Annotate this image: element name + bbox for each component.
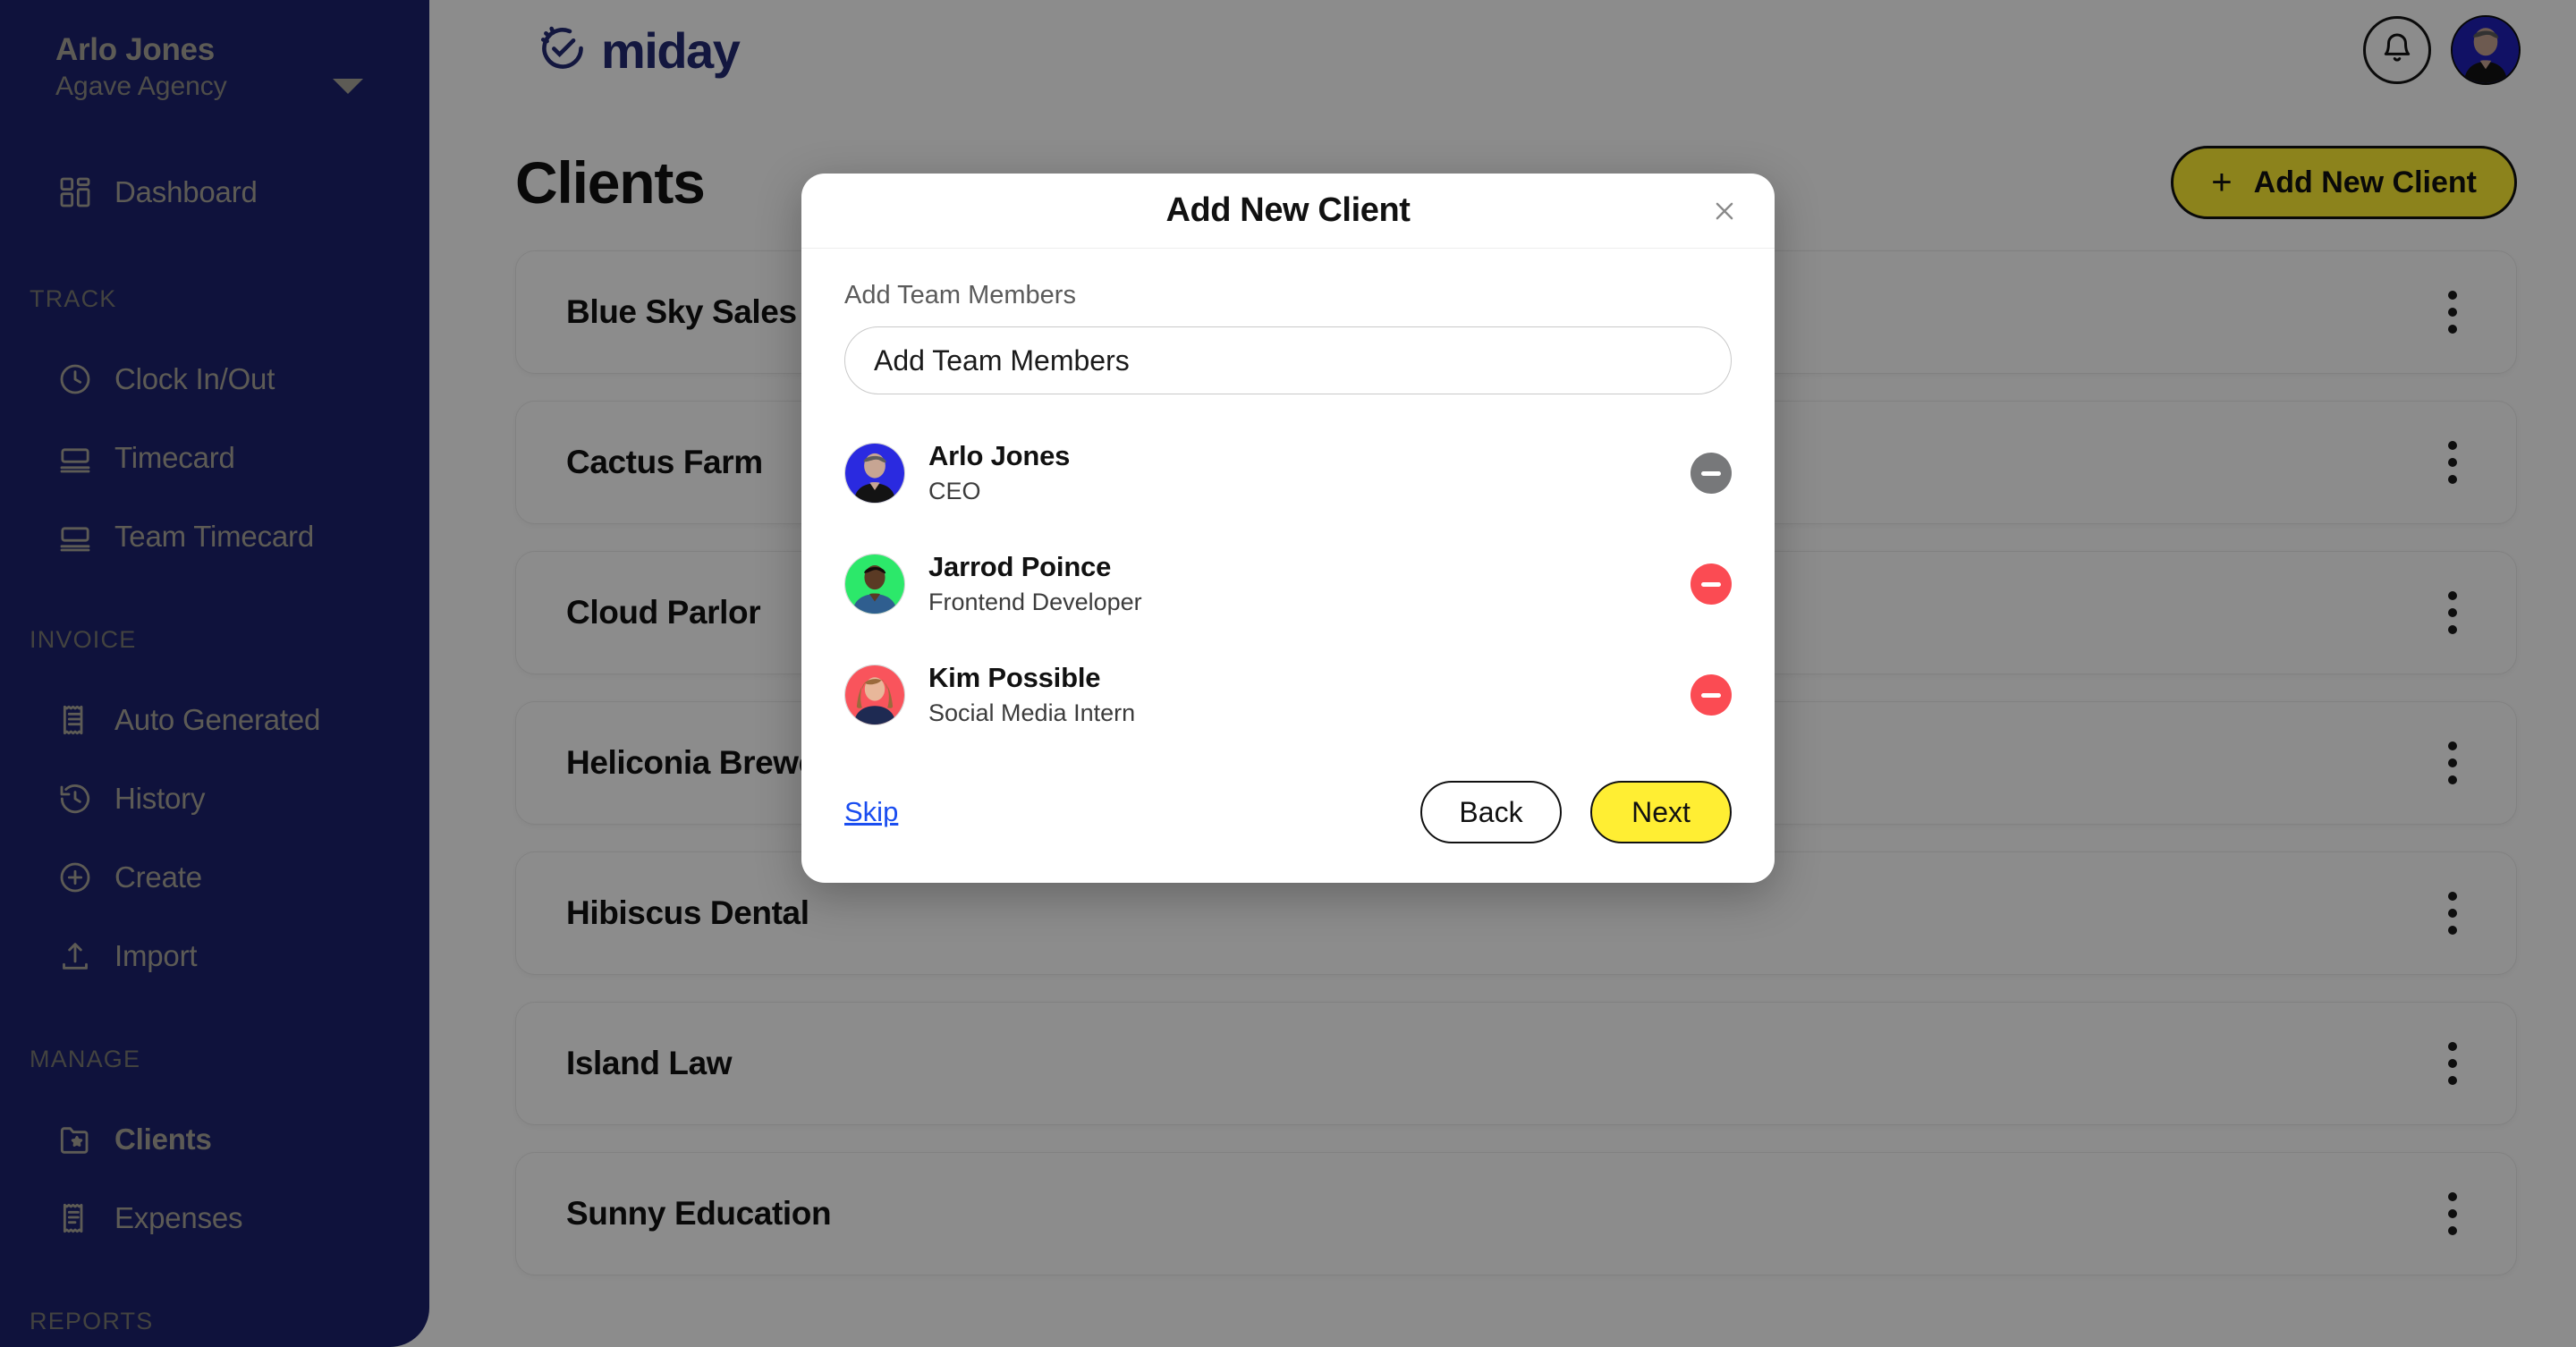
- member-text: Arlo Jones CEO: [928, 439, 1690, 508]
- list-item: Kim Possible Social Media Intern: [844, 640, 1732, 750]
- avatar: [844, 665, 905, 725]
- member-role: CEO: [928, 478, 981, 505]
- remove-member-button[interactable]: [1690, 563, 1732, 605]
- add-new-client-modal: Add New Client Add Team Members Arlo Jon…: [801, 174, 1775, 883]
- list-item: Jarrod Poince Frontend Developer: [844, 529, 1732, 640]
- member-role: Social Media Intern: [928, 699, 1136, 727]
- skip-link[interactable]: Skip: [844, 796, 898, 828]
- add-team-members-label: Add Team Members: [844, 281, 1076, 309]
- next-button[interactable]: Next: [1590, 781, 1732, 843]
- avatar: [844, 443, 905, 504]
- member-name: Arlo Jones: [928, 439, 1071, 471]
- avatar: [844, 554, 905, 614]
- app-root: miday Clients + Add New Client Blue Sky …: [0, 0, 2576, 1347]
- modal-body: Add Team Members Arlo Jones CEO Jarrod Po…: [801, 249, 1775, 750]
- minus-circle-icon: [1701, 470, 1721, 476]
- member-name: Kim Possible: [928, 661, 1101, 693]
- member-text: Kim Possible Social Media Intern: [928, 661, 1690, 730]
- member-role: Frontend Developer: [928, 589, 1142, 616]
- modal-header: Add New Client: [801, 174, 1775, 249]
- team-member-list: Arlo Jones CEO Jarrod Poince Frontend Deve…: [844, 418, 1732, 750]
- remove-member-button[interactable]: [1690, 453, 1732, 494]
- minus-circle-icon: [1701, 692, 1721, 698]
- modal-title: Add New Client: [1165, 191, 1411, 229]
- modal-footer: Skip Back Next: [801, 750, 1775, 883]
- minus-circle-icon: [1701, 581, 1721, 587]
- add-team-members-input[interactable]: [844, 326, 1732, 394]
- back-button[interactable]: Back: [1420, 781, 1562, 843]
- member-text: Jarrod Poince Frontend Developer: [928, 550, 1690, 619]
- member-name: Jarrod Poince: [928, 550, 1112, 582]
- close-icon[interactable]: [1705, 191, 1744, 231]
- modal-footer-buttons: Back Next: [1420, 781, 1732, 843]
- list-item: Arlo Jones CEO: [844, 418, 1732, 529]
- remove-member-button[interactable]: [1690, 674, 1732, 716]
